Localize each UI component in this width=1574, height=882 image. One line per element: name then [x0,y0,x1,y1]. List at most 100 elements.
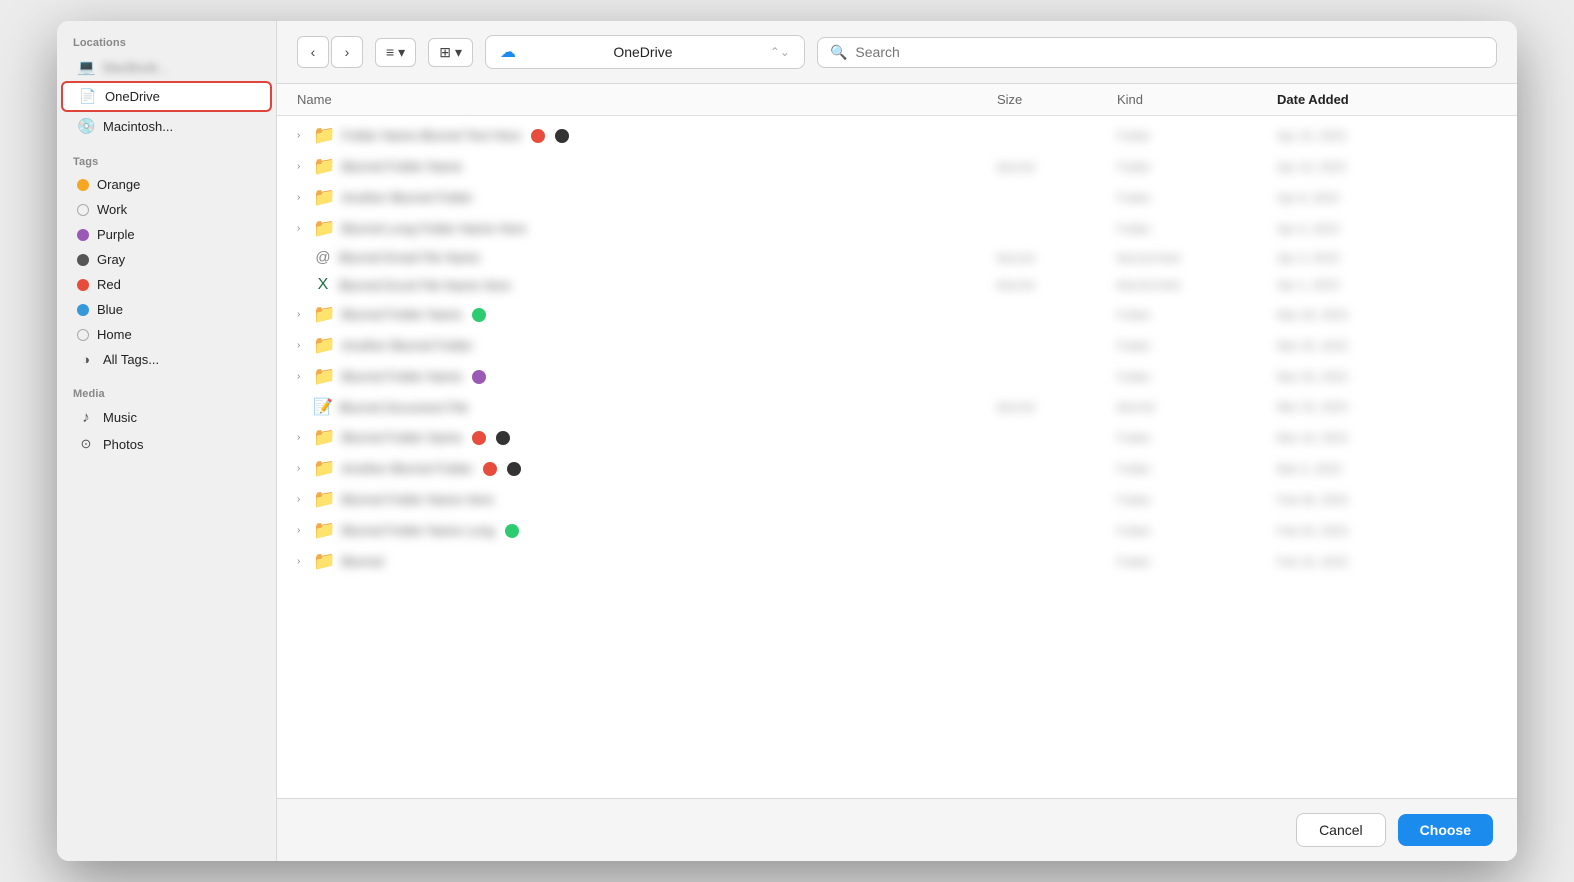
sidebar-item-work[interactable]: Work [61,197,272,222]
file-kind: blurred [1117,400,1277,414]
folder-icon: 📁 [313,304,335,325]
expand-icon: › [297,309,307,320]
file-kind: blurred kind [1117,278,1277,292]
sidebar-item-purple[interactable]: Purple [61,222,272,247]
location-bar[interactable]: ☁ OneDrive ⌃⌄ [485,35,805,69]
table-row[interactable]: › 📁 Blurred Folder Name Here Folder Feb … [277,484,1517,515]
grid-icon: ⊞ [439,44,451,61]
forward-button[interactable]: › [331,36,363,68]
file-kind: blurred kind [1117,251,1277,265]
table-row[interactable]: › 📁 Blurred Folder Feb 15, 2023 [277,546,1517,577]
sidebar-item-home[interactable]: Home [61,322,272,347]
sidebar-item-macintosh[interactable]: 💿 Macintosh... [61,112,272,140]
dropdown-arrow: ▾ [455,44,462,61]
table-row[interactable]: X Blurred Excel File Name Here blurred b… [277,271,1517,299]
search-input[interactable] [855,44,1484,60]
file-picker-dialog: Locations 💻 MacBook... 📄 OneDrive 💿 Maci… [57,21,1517,861]
file-kind: Folder [1117,308,1277,322]
table-row[interactable]: › 📁 Folder Name Blurred Text Here Folder… [277,120,1517,151]
column-size[interactable]: Size [997,92,1117,107]
table-row[interactable]: › 📁 Blurred Folder Name Folder Mar 20, 2… [277,361,1517,392]
grid-view-button[interactable]: ⊞ ▾ [428,38,473,67]
expand-icon: › [297,556,307,567]
file-date: Mar 15, 2023 [1277,400,1497,414]
sidebar-item-label: Work [97,202,127,217]
sidebar-item-gray[interactable]: Gray [61,247,272,272]
cloud-icon: ☁ [500,42,516,62]
location-chevron-icon: ⌃⌄ [770,45,790,59]
cancel-button[interactable]: Cancel [1296,813,1386,847]
sidebar-item-label: Music [103,410,137,425]
file-date: Mar 25, 2023 [1277,339,1497,353]
file-date: Apr 5, 2023 [1277,222,1497,236]
sidebar-item-blue[interactable]: Blue [61,297,272,322]
list-view-button[interactable]: ≡ ▾ [375,38,416,67]
table-row[interactable]: 📝 Blurred Document File blurred blurred … [277,392,1517,422]
table-row[interactable]: › 📁 Another Blurred Folder Folder Mar 25… [277,330,1517,361]
file-name: Blurred Document File [339,400,468,415]
sidebar-item-label: Photos [103,437,143,452]
expand-icon: › [297,432,307,443]
back-button[interactable]: ‹ [297,36,329,68]
table-row[interactable]: › 📁 Blurred Long Folder Name Here Folder… [277,213,1517,244]
location-name: OneDrive [524,44,762,60]
sidebar-item-music[interactable]: ♪ Music [61,404,272,431]
sidebar-item-orange[interactable]: Orange [61,172,272,197]
file-kind: Folder [1117,431,1277,445]
folder-icon: 📁 [313,187,335,208]
sidebar-item-red[interactable]: Red [61,272,272,297]
sidebar-item-label: Blue [97,302,123,317]
dark-tag-badge [496,431,510,445]
disk-icon: 💿 [77,117,95,135]
list-icon: ≡ [386,44,394,60]
column-date-added[interactable]: Date Added [1277,92,1497,107]
sidebar-item-computer[interactable]: 💻 MacBook... [61,53,272,81]
column-kind[interactable]: Kind [1117,92,1277,107]
table-row[interactable]: › 📁 Blurred Folder Name blurred Folder A… [277,151,1517,182]
purple-dot [77,229,89,241]
file-date: Mar 20, 2023 [1277,370,1497,384]
dark-tag-badge [555,129,569,143]
folder-icon: 📁 [313,218,335,239]
file-name: Blurred Folder Name [341,307,462,322]
sidebar-item-onedrive[interactable]: 📄 OneDrive [61,81,272,112]
sidebar-item-all-tags[interactable]: ◑ All Tags... [61,347,272,372]
sidebar-item-label: OneDrive [105,89,160,104]
file-kind: Folder [1117,160,1277,174]
table-row[interactable]: › 📁 Another Blurred Folder Folder Apr 8,… [277,182,1517,213]
file-name: Blurred Folder Name Long [341,523,494,538]
folder-icon: 📁 [313,458,335,479]
folder-icon: 📁 [313,427,335,448]
table-row[interactable]: @ Blurred Email File Name blurred blurre… [277,244,1517,271]
purple-tag-badge [472,370,486,384]
sidebar-item-label: Orange [97,177,140,192]
nav-button-group: ‹ › [297,36,363,68]
blue-dot [77,304,89,316]
file-date: Apr 1, 2023 [1277,278,1497,292]
gray-dot [77,254,89,266]
folder-icon: 📁 [313,156,335,177]
excel-icon: X [313,276,333,294]
search-bar[interactable]: 🔍 [817,37,1497,68]
file-name: Blurred Folder Name [341,369,462,384]
choose-button[interactable]: Choose [1398,814,1493,846]
table-row[interactable]: › 📁 Blurred Folder Name Folder Mar 10, 2… [277,422,1517,453]
table-row[interactable]: › 📁 Another Blurred Folder Folder Mar 5,… [277,453,1517,484]
table-row[interactable]: › 📁 Blurred Folder Name Folder Mar 28, 2… [277,299,1517,330]
sidebar-item-photos[interactable]: ⊙ Photos [61,431,272,457]
sidebar-item-label: Macintosh... [103,119,173,134]
file-date: Feb 20, 2023 [1277,524,1497,538]
file-date: Feb 28, 2023 [1277,493,1497,507]
column-name[interactable]: Name [297,92,997,107]
orange-dot [77,179,89,191]
table-row[interactable]: › 📁 Blurred Folder Name Long Folder Feb … [277,515,1517,546]
file-list-header: Name Size Kind Date Added [277,84,1517,116]
sidebar-section-locations: Locations [57,37,276,53]
file-kind: Folder [1117,555,1277,569]
all-tags-icon: ◑ [77,352,95,367]
file-kind: Folder [1117,129,1277,143]
bottom-bar: Cancel Choose [277,798,1517,861]
file-name: Blurred Excel File Name Here [339,278,511,293]
sidebar-item-label: All Tags... [103,352,159,367]
green-tag-badge [505,524,519,538]
